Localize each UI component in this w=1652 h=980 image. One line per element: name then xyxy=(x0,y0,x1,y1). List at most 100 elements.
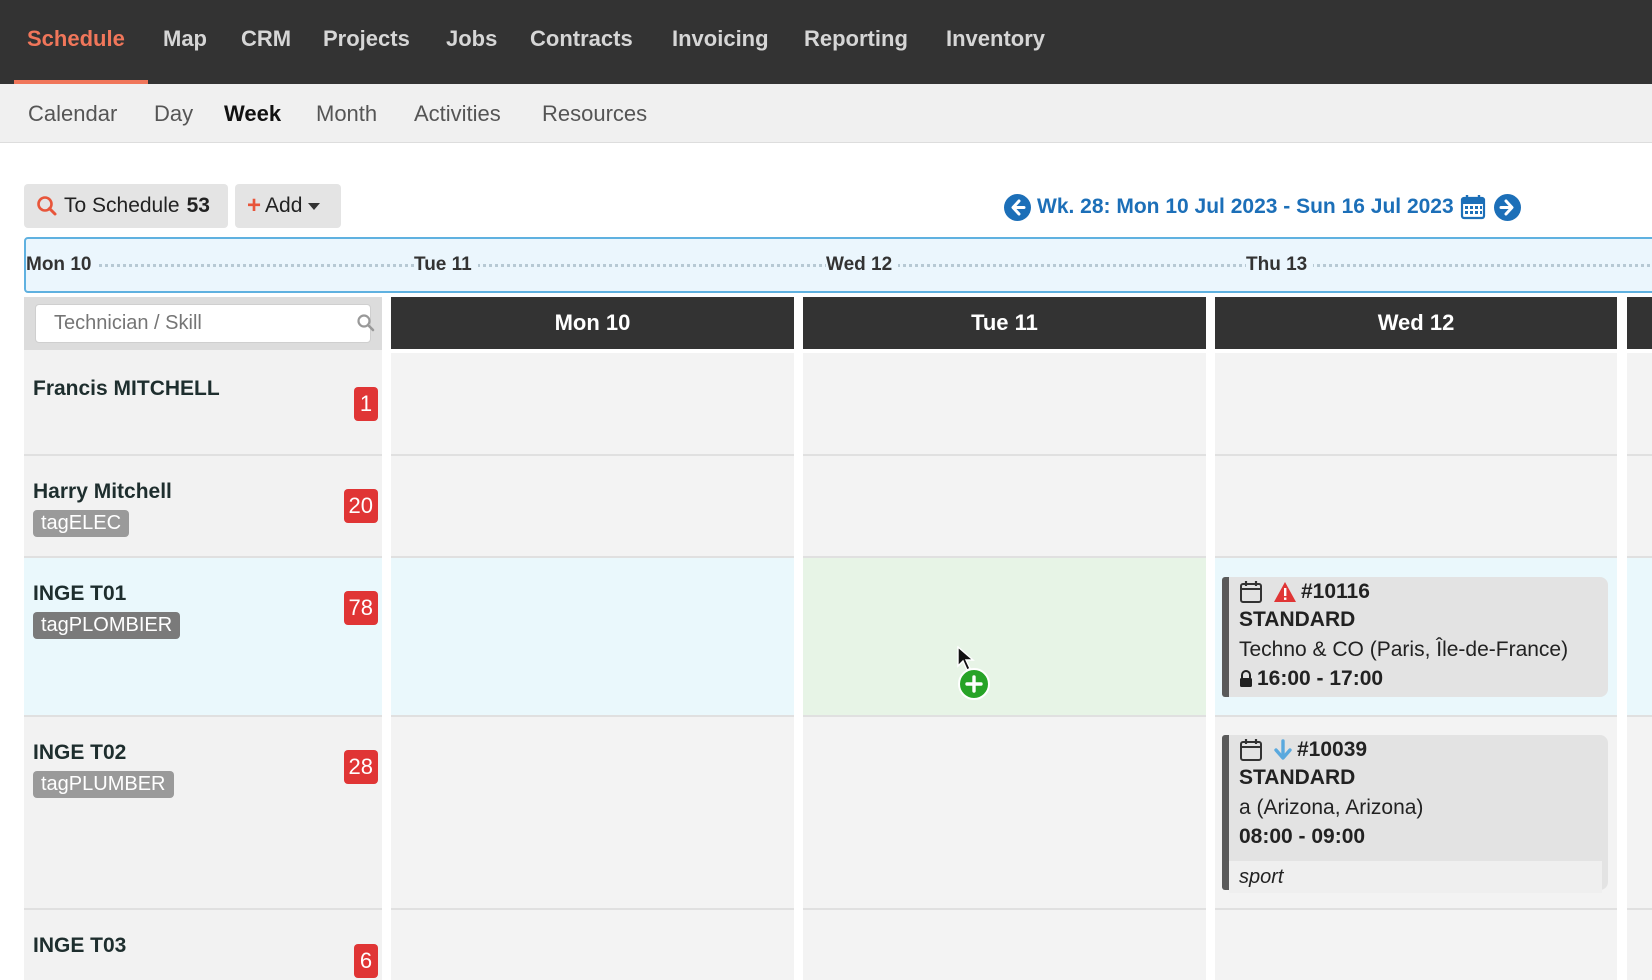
job-number: #10116 xyxy=(1301,580,1370,603)
week-navigator: Wk. 28: Mon 10 Jul 2023 - Sun 16 Jul 202… xyxy=(1004,191,1521,223)
skill-tag: tagELEC xyxy=(33,510,130,537)
day-column-header[interactable] xyxy=(1627,297,1652,349)
technician-row[interactable]: Francis MITCHELL 1 xyxy=(24,353,382,456)
schedule-cell[interactable] xyxy=(803,456,1206,558)
search-icon[interactable] xyxy=(356,313,376,338)
to-schedule-button[interactable]: To Schedule 53 xyxy=(24,184,228,228)
job-note: sport xyxy=(1229,861,1602,893)
schedule-cell[interactable] xyxy=(1215,353,1617,456)
warning-icon xyxy=(1273,581,1297,603)
sub-nav: Calendar Day Week Month Activities Resou… xyxy=(0,84,1652,143)
technician-row[interactable]: Harry Mitchell tagELEC 20 xyxy=(24,456,382,558)
job-count-badge: 1 xyxy=(354,387,378,421)
arrow-right-circle-icon[interactable] xyxy=(1493,193,1521,221)
nav-inventory[interactable]: Inventory xyxy=(946,26,1045,52)
top-nav: Schedule Map CRM Projects Jobs Contracts… xyxy=(0,0,1652,84)
nav-invoicing[interactable]: Invoicing xyxy=(672,26,769,52)
day-column-header[interactable]: Mon 10 xyxy=(391,297,794,349)
caret-down-icon xyxy=(308,202,321,210)
job-type: STANDARD xyxy=(1239,608,1356,631)
technician-name: INGE T01 xyxy=(33,582,127,605)
subnav-activities[interactable]: Activities xyxy=(414,101,501,127)
day-column-label: Wed 12 xyxy=(1377,310,1455,335)
schedule-cell-hovered[interactable] xyxy=(803,558,1206,717)
schedule-cell[interactable] xyxy=(1627,910,1652,980)
technician-row[interactable]: INGE T01 tagPLOMBIER 78 xyxy=(24,558,382,717)
plus-icon: + xyxy=(247,192,262,219)
timeline-day[interactable]: Thu 13 xyxy=(1246,254,1314,276)
timeline-day[interactable]: Tue 11 xyxy=(414,254,478,276)
arrow-left-circle-icon[interactable] xyxy=(1004,193,1031,221)
technician-name: Harry Mitchell xyxy=(33,480,172,503)
timeline-day[interactable]: Wed 12 xyxy=(826,254,899,276)
week-timeline[interactable]: Mon 10 Tue 11 Wed 12 Thu 13 xyxy=(24,237,1652,293)
schedule-cell[interactable] xyxy=(803,717,1206,910)
technician-row[interactable]: INGE T03 6 xyxy=(24,910,382,980)
schedule-cell[interactable] xyxy=(1215,456,1617,558)
skill-tag: tagPLOMBIER xyxy=(33,612,181,639)
job-card-header: #10116 xyxy=(1239,577,1370,607)
mouse-cursor-icon xyxy=(957,645,975,677)
job-time: 08:00 - 09:00 xyxy=(1239,825,1366,848)
schedule-cell[interactable] xyxy=(391,910,794,980)
nav-contracts[interactable]: Contracts xyxy=(530,26,633,52)
schedule-cell[interactable] xyxy=(391,558,794,717)
subnav-resources[interactable]: Resources xyxy=(542,101,647,127)
schedule-cell[interactable] xyxy=(1627,353,1652,456)
week-label[interactable]: Wk. 28: Mon 10 Jul 2023 - Sun 16 Jul 202… xyxy=(1037,195,1454,219)
technician-row[interactable]: INGE T02 tagPLUMBER 28 xyxy=(24,717,382,910)
technician-name: Francis MITCHELL xyxy=(33,377,220,400)
arrow-down-icon xyxy=(1273,739,1293,761)
schedule-cell[interactable] xyxy=(1627,456,1652,558)
job-card[interactable]: #10116 STANDARD Techno & CO (Paris, Île-… xyxy=(1222,577,1608,697)
technician-search-input[interactable] xyxy=(35,304,371,343)
calendar-icon xyxy=(1239,580,1263,604)
to-schedule-label: To Schedule xyxy=(64,194,180,217)
job-time: 16:00 - 17:00 xyxy=(1257,667,1384,690)
nav-schedule[interactable]: Schedule xyxy=(27,26,125,52)
day-column-header[interactable]: Tue 11 xyxy=(803,297,1206,349)
nav-jobs[interactable]: Jobs xyxy=(446,26,497,52)
job-customer: Techno & CO (Paris, Île-de-France) xyxy=(1239,638,1569,661)
schedule-cell[interactable] xyxy=(1215,910,1617,980)
nav-reporting[interactable]: Reporting xyxy=(804,26,908,52)
subnav-calendar[interactable]: Calendar xyxy=(28,101,117,127)
add-button[interactable]: + Add xyxy=(235,184,341,228)
job-time-row: 16:00 - 17:00 xyxy=(1239,667,1383,691)
schedule-cell[interactable] xyxy=(803,353,1206,456)
calendar-icon[interactable] xyxy=(1460,194,1486,220)
to-schedule-count: 53 xyxy=(186,194,210,217)
schedule-cell[interactable] xyxy=(1627,717,1652,910)
technician-name: INGE T02 xyxy=(33,741,127,764)
lock-icon xyxy=(1239,670,1253,688)
search-icon xyxy=(36,195,58,217)
technician-search-bar xyxy=(24,297,382,350)
subnav-week[interactable]: Week xyxy=(224,101,281,127)
job-count-badge: 6 xyxy=(354,944,378,978)
nav-map[interactable]: Map xyxy=(163,26,207,52)
calendar-icon xyxy=(1239,738,1263,762)
nav-crm[interactable]: CRM xyxy=(241,26,291,52)
job-card-header: #10039 xyxy=(1239,735,1367,765)
job-type: STANDARD xyxy=(1239,766,1356,789)
job-customer: a (Arizona, Arizona) xyxy=(1239,796,1424,819)
schedule-cell[interactable] xyxy=(803,910,1206,980)
timeline-day[interactable]: Mon 10 xyxy=(26,254,98,276)
schedule-cell[interactable] xyxy=(391,353,794,456)
subnav-day[interactable]: Day xyxy=(154,101,193,127)
job-count-badge: 20 xyxy=(343,489,378,523)
schedule-cell[interactable] xyxy=(391,456,794,558)
subnav-month[interactable]: Month xyxy=(316,101,377,127)
technician-name: INGE T03 xyxy=(33,934,127,957)
schedule-cell[interactable] xyxy=(391,717,794,910)
job-count-badge: 28 xyxy=(343,750,378,784)
nav-projects[interactable]: Projects xyxy=(323,26,410,52)
day-column-label: Mon 10 xyxy=(554,310,631,335)
add-label: Add xyxy=(265,194,303,217)
job-number: #10039 xyxy=(1297,738,1368,761)
job-card[interactable]: #10039 STANDARD a (Arizona, Arizona) 08:… xyxy=(1222,735,1608,893)
job-count-badge: 78 xyxy=(343,591,378,625)
schedule-cell[interactable] xyxy=(1627,558,1652,717)
skill-tag: tagPLUMBER xyxy=(33,771,174,798)
day-column-header[interactable]: Wed 12 xyxy=(1215,297,1617,349)
